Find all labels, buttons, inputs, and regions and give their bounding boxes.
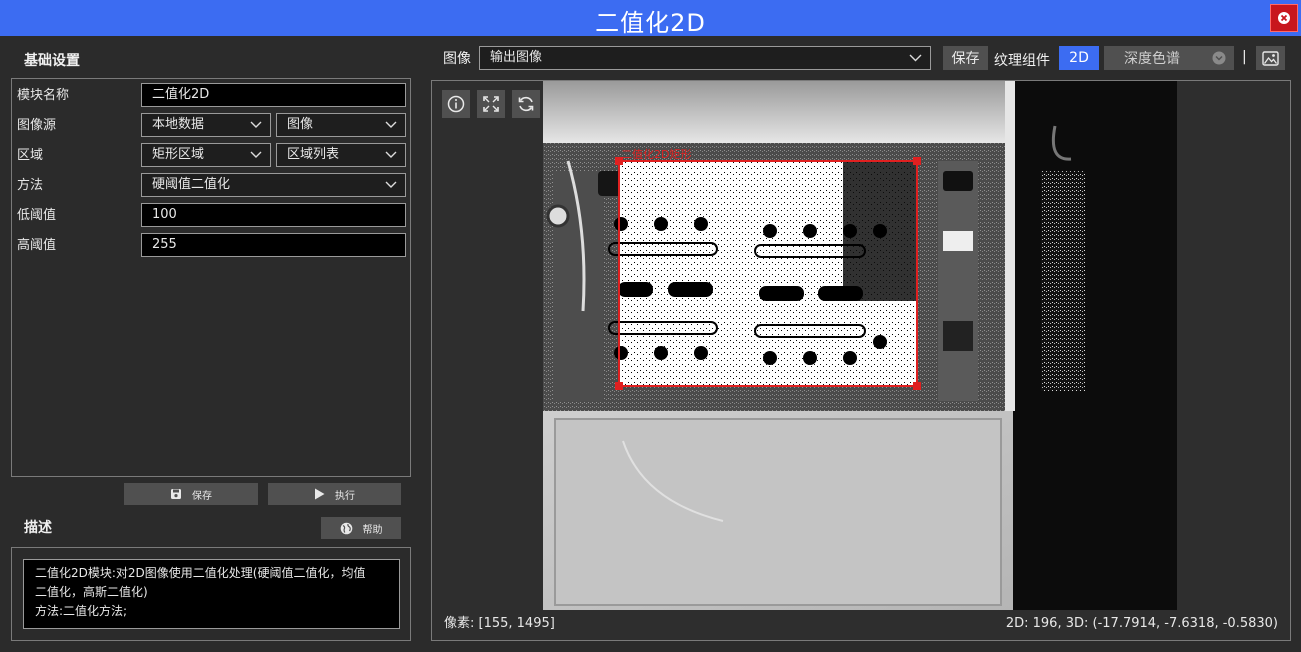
chevron-down-icon — [385, 151, 397, 158]
description-title: 描述 — [24, 520, 52, 536]
image-source-select[interactable]: 本地数据 — [141, 113, 271, 137]
description-line: 方法:二值化方法; — [35, 604, 128, 618]
description-text: 二值化2D模块:对2D图像使用二值化处理(硬阈值二值化，均值 二值化，高斯二值化… — [23, 559, 400, 629]
region-label: 区域 — [17, 148, 44, 163]
title-bar: 二值化2D — [0, 0, 1301, 37]
settings-title: 基础设置 — [24, 53, 80, 69]
globe-icon — [340, 522, 352, 534]
method-select[interactable]: 硬阈值二值化 — [141, 173, 406, 197]
settings-box: 模块名称 二值化2D 图像源 本地数据 图像 区域 矩形区域 区域列表 方法 硬… — [11, 78, 411, 477]
texture-component-label: 纹理组件 — [994, 53, 1050, 69]
module-name-field[interactable]: 二值化2D — [141, 83, 406, 107]
refresh-icon — [518, 96, 534, 112]
method-value: 硬阈值二值化 — [152, 177, 231, 192]
module-name-label: 模块名称 — [17, 88, 70, 103]
depth-colormap-select[interactable]: 深度色谱 — [1104, 46, 1234, 70]
play-icon — [315, 488, 325, 500]
save-icon — [171, 489, 181, 499]
refresh-button[interactable] — [512, 90, 540, 118]
window-title: 二值化2D — [595, 9, 706, 37]
close-icon — [1278, 12, 1290, 24]
image-output-value: 输出图像 — [490, 50, 543, 65]
image-type-select[interactable]: 图像 — [276, 113, 406, 137]
high-threshold-label: 高阈值 — [17, 238, 57, 253]
mode-2d-button[interactable]: 2D — [1059, 46, 1099, 70]
description-box: 二值化2D模块:对2D图像使用二值化处理(硬阈值二值化，均值 二值化，高斯二值化… — [11, 547, 411, 641]
description-line: 二值化，高斯二值化) — [35, 585, 148, 599]
info-icon — [447, 95, 465, 113]
help-button[interactable]: 帮助 — [321, 517, 401, 539]
image-type-value: 图像 — [287, 117, 314, 132]
method-label: 方法 — [17, 178, 44, 193]
chevron-down-icon — [909, 54, 922, 62]
low-threshold-field[interactable]: 100 — [141, 203, 406, 227]
image-settings-button[interactable] — [1256, 46, 1285, 70]
run-label: 执行 — [335, 490, 355, 502]
chevron-down-icon — [385, 121, 397, 128]
region-value: 矩形区域 — [152, 147, 205, 162]
binarized-image[interactable]: 二值化2D矩形 — [543, 81, 1177, 610]
region-list-value: 区域列表 — [287, 147, 340, 162]
region-list-select[interactable]: 区域列表 — [276, 143, 406, 167]
help-label: 帮助 — [362, 524, 383, 536]
image-output-select[interactable]: 输出图像 — [479, 46, 931, 70]
image-label: 图像 — [443, 51, 471, 67]
chevron-down-icon — [250, 151, 262, 158]
image-source-label: 图像源 — [17, 118, 57, 133]
description-line: 二值化2D模块:对2D图像使用二值化处理(硬阈值二值化，均值 — [35, 566, 366, 580]
coordinate-status: 2D: 196, 3D: (-17.7914, -7.6318, -0.5830… — [1005, 616, 1278, 631]
fit-view-button[interactable] — [477, 90, 505, 118]
image-icon — [1262, 50, 1279, 66]
left-panel: 基础设置 模块名称 二值化2D 图像源 本地数据 图像 区域 矩形区域 区域列表… — [0, 36, 420, 652]
pixel-status: 像素: [155, 1495] — [444, 616, 555, 631]
toolbar-divider: | — [1242, 49, 1247, 65]
image-save-button[interactable]: 保存 — [943, 46, 988, 70]
save-button[interactable]: 保存 — [124, 483, 258, 505]
close-button[interactable] — [1270, 4, 1298, 32]
chevron-down-icon — [1212, 51, 1226, 65]
roi-label: 二值化2D矩形 — [621, 148, 692, 161]
low-threshold-label: 低阈值 — [17, 208, 57, 223]
save-label: 保存 — [192, 490, 212, 502]
info-button[interactable] — [442, 90, 470, 118]
depth-colormap-value: 深度色谱 — [1124, 51, 1180, 67]
right-panel: 图像 输出图像 保存 纹理组件 2D 深度色谱 | 二值化2D矩形 像素: [1… — [431, 36, 1301, 652]
image-viewer[interactable]: 二值化2D矩形 像素: [155, 1495] 2D: 196, 3D: (-1… — [431, 80, 1291, 641]
region-select[interactable]: 矩形区域 — [141, 143, 271, 167]
chevron-down-icon — [250, 121, 262, 128]
chevron-down-icon — [385, 181, 397, 188]
image-source-value: 本地数据 — [152, 117, 205, 132]
high-threshold-field[interactable]: 255 — [141, 233, 406, 257]
run-button[interactable]: 执行 — [268, 483, 401, 505]
fit-icon — [483, 96, 499, 112]
